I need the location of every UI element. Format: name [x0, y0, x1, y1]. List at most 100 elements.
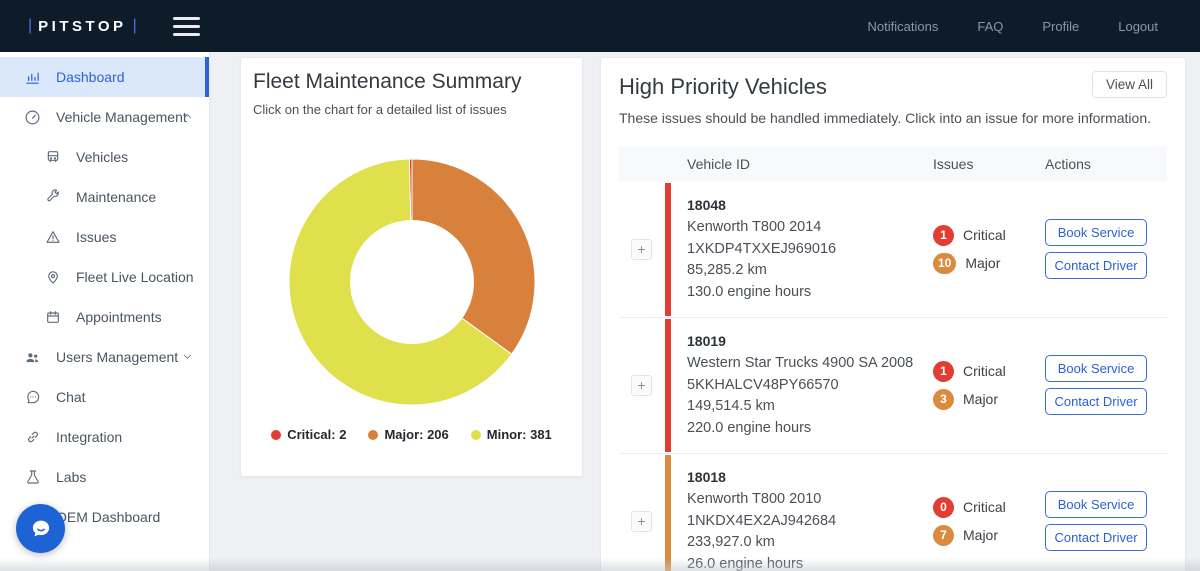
sidebar-item-label: Vehicles — [76, 149, 128, 165]
vehicle-odometer: 149,514.5 km — [687, 396, 933, 418]
sidebar-item-label: Issues — [76, 229, 116, 245]
vehicle-vin: 5KKHALCV48PY66570 — [687, 375, 933, 397]
critical-label: Critical — [963, 499, 1006, 515]
link-icon — [24, 429, 41, 446]
critical-label: Critical — [963, 227, 1006, 243]
hamburger-menu-icon[interactable] — [173, 17, 200, 36]
critical-count-badge: 1 — [933, 361, 954, 382]
users-group-icon — [24, 349, 41, 366]
sidebar-item-label: Labs — [56, 469, 86, 485]
critical-dot-icon — [271, 430, 281, 440]
vehicle-id: 18048 — [687, 195, 933, 217]
vehicle-odometer: 233,927.0 km — [687, 532, 933, 554]
book-service-button[interactable]: Book Service — [1045, 219, 1147, 246]
contact-driver-button[interactable]: Contact Driver — [1045, 252, 1147, 279]
expand-row-button[interactable]: + — [631, 375, 652, 396]
sidebar-item-issues[interactable]: Issues — [0, 217, 209, 257]
nav-link-notifications[interactable]: Notifications — [868, 19, 939, 34]
summary-card-title: Fleet Maintenance Summary — [253, 70, 570, 94]
sidebar-item-chat[interactable]: Chat — [0, 377, 209, 417]
chevron-down-icon[interactable] — [182, 349, 193, 365]
legend-item-minor: Minor: 381 — [471, 427, 552, 442]
logo-pipe-left: | — [28, 17, 32, 35]
legend-item-critical: Critical: 2 — [271, 427, 346, 442]
sidebar-item-label: Chat — [56, 389, 86, 405]
major-label: Major — [963, 527, 998, 543]
major-label: Major — [965, 255, 1000, 271]
vehicle-row[interactable]: + 18019 Western Star Trucks 4900 SA 2008… — [619, 318, 1167, 454]
view-all-button[interactable]: View All — [1092, 71, 1167, 98]
main-content: Fleet Maintenance Summary Click on the c… — [210, 52, 1200, 571]
nav-link-logout[interactable]: Logout — [1118, 19, 1158, 34]
vehicle-model: Kenworth T800 2010 — [687, 489, 933, 511]
critical-label: Critical — [963, 363, 1006, 379]
chat-bubble-icon — [24, 389, 41, 406]
summary-card-subtitle: Click on the chart for a detailed list o… — [253, 102, 570, 117]
vehicle-engine-hours: 130.0 engine hours — [687, 282, 933, 304]
critical-count-badge: 0 — [933, 497, 954, 518]
gauge-icon — [24, 109, 41, 126]
vehicle-engine-hours: 220.0 engine hours — [687, 418, 933, 440]
chart-legend: Critical: 2 Major: 206 Minor: 381 — [253, 427, 570, 442]
sidebar-item-integration[interactable]: Integration — [0, 417, 209, 457]
vehicle-odometer: 85,285.2 km — [687, 260, 933, 282]
sidebar-item-fleet-live-location[interactable]: Fleet Live Location — [0, 257, 209, 297]
sidebar-item-label: Appointments — [76, 309, 162, 325]
sidebar-item-appointments[interactable]: Appointments — [0, 297, 209, 337]
sidebar-item-label: Integration — [56, 429, 122, 445]
navbar-links: Notifications FAQ Profile Logout — [868, 19, 1158, 34]
major-label: Major — [963, 391, 998, 407]
column-actions: Actions — [1045, 156, 1169, 172]
sidebar-item-label: OEM Dashboard — [56, 509, 160, 525]
vehicle-row[interactable]: + 18018 Kenworth T800 2010 1NKDX4EX2AJ94… — [619, 454, 1167, 571]
vehicle-model: Kenworth T800 2014 — [687, 217, 933, 239]
nav-link-profile[interactable]: Profile — [1042, 19, 1079, 34]
sidebar-item-vehicle-management[interactable]: Vehicle Management — [0, 97, 209, 137]
donut-chart[interactable] — [280, 150, 544, 414]
priority-card-title: High Priority Vehicles — [619, 74, 1167, 100]
sidebar-item-maintenance[interactable]: Maintenance — [0, 177, 209, 217]
messenger-icon — [26, 514, 56, 544]
top-navbar: | PITSTOP | Notifications FAQ Profile Lo… — [0, 0, 1200, 52]
sidebar-item-label: Fleet Live Location — [76, 269, 194, 285]
location-pin-icon — [44, 269, 61, 286]
pitstop-logo: | PITSTOP | — [28, 17, 137, 35]
book-service-button[interactable]: Book Service — [1045, 355, 1147, 382]
fleet-maintenance-summary-card: Fleet Maintenance Summary Click on the c… — [240, 57, 583, 477]
expand-row-button[interactable]: + — [631, 239, 652, 260]
sidebar-item-vehicles[interactable]: Vehicles — [0, 137, 209, 177]
major-count-badge: 10 — [933, 253, 956, 274]
sidebar-item-label: Maintenance — [76, 189, 156, 205]
vehicle-vin: 1XKDP4TXXEJ969016 — [687, 239, 933, 261]
logo-pipe-right: | — [133, 17, 137, 35]
book-service-button[interactable]: Book Service — [1045, 491, 1147, 518]
vehicle-id: 18018 — [687, 467, 933, 489]
expand-row-button[interactable]: + — [631, 511, 652, 532]
chat-widget-button[interactable] — [16, 504, 65, 553]
priority-card-subtitle: These issues should be handled immediate… — [619, 110, 1167, 126]
nav-link-faq[interactable]: FAQ — [977, 19, 1003, 34]
major-count-badge: 7 — [933, 525, 954, 546]
vehicle-vin: 1NKDX4EX2AJ942684 — [687, 511, 933, 533]
sidebar-item-label: Dashboard — [56, 69, 125, 85]
wrench-icon — [44, 189, 61, 206]
vehicle-engine-hours: 26.0 engine hours — [687, 554, 933, 571]
major-count-badge: 3 — [933, 389, 954, 410]
vehicle-row[interactable]: + 18048 Kenworth T800 2014 1XKDP4TXXEJ96… — [619, 182, 1167, 318]
critical-count-badge: 1 — [933, 225, 954, 246]
sidebar-item-dashboard[interactable]: Dashboard — [0, 57, 209, 97]
flask-icon — [24, 469, 41, 486]
bar-chart-icon — [24, 69, 41, 86]
chevron-up-icon[interactable] — [182, 109, 193, 125]
column-issues: Issues — [933, 156, 1045, 172]
contact-driver-button[interactable]: Contact Driver — [1045, 524, 1147, 551]
sidebar-item-users-management[interactable]: Users Management — [0, 337, 209, 377]
column-vehicle-id: Vehicle ID — [671, 156, 933, 172]
table-header: Vehicle ID Issues Actions — [619, 146, 1167, 182]
logo-text: PITSTOP — [38, 18, 126, 35]
contact-driver-button[interactable]: Contact Driver — [1045, 388, 1147, 415]
sidebar-item-labs[interactable]: Labs — [0, 457, 209, 497]
calendar-icon — [44, 309, 61, 326]
vehicle-id: 18019 — [687, 331, 933, 353]
high-priority-vehicles-card: High Priority Vehicles View All These is… — [600, 57, 1186, 571]
